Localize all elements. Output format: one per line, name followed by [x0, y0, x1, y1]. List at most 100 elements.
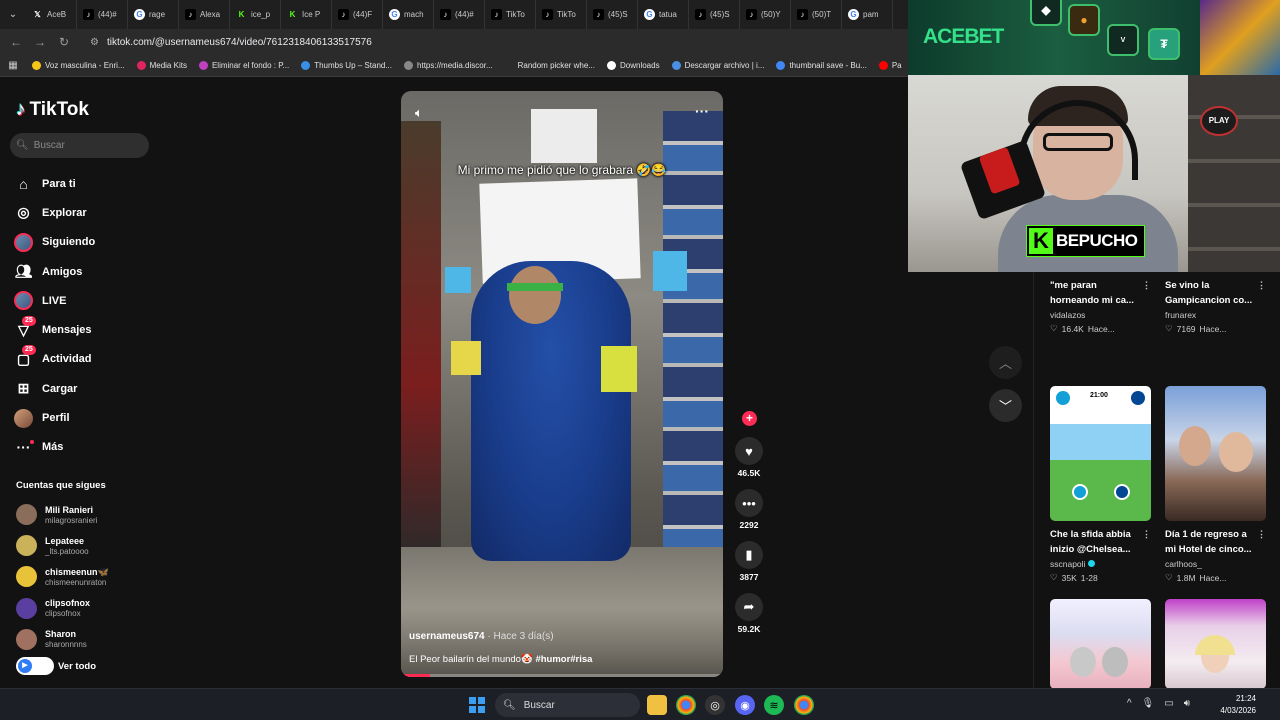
- video-progress-bar[interactable]: [401, 674, 723, 677]
- file-explorer-icon[interactable]: [647, 695, 667, 715]
- recommended-card[interactable]: [1165, 599, 1266, 689]
- bookmark-item[interactable]: Voz masculina - Enri...: [26, 61, 131, 70]
- bookmark-item[interactable]: Eliminar el fondo : P...: [193, 61, 295, 70]
- browser-tab[interactable]: Gmach: [383, 0, 434, 29]
- bookmark-item[interactable]: Media Kits: [131, 61, 193, 70]
- more-options-icon[interactable]: ···: [695, 103, 709, 119]
- video-hashtags[interactable]: #humor#risa: [535, 654, 592, 665]
- recommended-card[interactable]: [1050, 599, 1151, 689]
- bookmark-icon[interactable]: ▮: [735, 541, 763, 569]
- overlay-toggle[interactable]: ▶: [16, 657, 54, 675]
- nav-item-m-s[interactable]: ··· Más: [14, 433, 154, 462]
- bookmark-item[interactable]: https://media.discor...: [398, 61, 499, 70]
- url-field[interactable]: ⚙ tiktok.com/@usernameus674/video/761231…: [90, 32, 910, 52]
- video-thumbnail[interactable]: 21:00: [1050, 386, 1151, 521]
- video-author[interactable]: usernameus674 · Hace 3 día(s): [409, 631, 554, 642]
- card-menu-icon[interactable]: ⋮: [1142, 278, 1151, 293]
- network-icon[interactable]: ▭: [1164, 698, 1173, 709]
- recommended-card[interactable]: Día 1 de regreso a mi Hotel de cinco... ⋮…: [1165, 386, 1266, 583]
- followed-account[interactable]: Lepateee _lts.patoooo: [16, 530, 156, 561]
- taskbar-search[interactable]: 🔍︎ Buscar: [495, 693, 640, 717]
- site-info-icon[interactable]: ⚙: [90, 37, 99, 48]
- browser-tab[interactable]: ♪ (45)S: [689, 0, 740, 29]
- browser-tab[interactable]: ♪ (44)#: [434, 0, 485, 29]
- recommended-card[interactable]: 21:00 Che la sfida abbia inizio @Chelsea…: [1050, 386, 1151, 583]
- followed-account[interactable]: Mili Ranieri milagrosranieri: [16, 499, 156, 530]
- nav-item-para-ti[interactable]: ⌂ Para ti: [14, 169, 154, 198]
- video-thumbnail[interactable]: [1165, 599, 1266, 689]
- video-thumbnail[interactable]: [1050, 599, 1151, 689]
- bookmark-item[interactable]: Random picker whe...: [499, 61, 601, 70]
- comment-action[interactable]: ••• 2292: [734, 489, 764, 530]
- chrome-icon[interactable]: [676, 695, 696, 715]
- card-title[interactable]: Se vino la Gampicancion co... ⋮: [1165, 278, 1266, 308]
- nav-item-mensajes[interactable]: ▽ 25 Mensajes: [14, 315, 154, 344]
- previous-video-button[interactable]: ︿: [989, 346, 1022, 379]
- browser-tab[interactable]: ♪ (50)T: [791, 0, 842, 29]
- browser-tab[interactable]: Kice_p: [230, 0, 281, 29]
- browser-tab[interactable]: ♪ (50)Y: [740, 0, 791, 29]
- share-icon[interactable]: ➦: [735, 593, 763, 621]
- card-title[interactable]: "me paran horneando mi ca... ⋮: [1050, 278, 1151, 308]
- bookmark-item[interactable]: Downloads: [601, 61, 666, 70]
- bookmark-item[interactable]: Pa: [873, 61, 908, 70]
- nav-item-siguiendo[interactable]: Siguiendo: [14, 228, 154, 257]
- apps-grid-icon[interactable]: ▦: [0, 60, 26, 71]
- tab-search-icon[interactable]: ⌄: [0, 0, 26, 29]
- microphone-icon[interactable]: 🎙︎: [1142, 698, 1155, 709]
- browser-tab[interactable]: 𝕏 AceB: [26, 0, 77, 29]
- card-menu-icon[interactable]: ⋮: [1257, 527, 1266, 542]
- nav-item-explorar[interactable]: ◎ Explorar: [14, 198, 154, 227]
- obs-icon[interactable]: ◎: [705, 695, 725, 715]
- video-username[interactable]: usernameus674: [409, 631, 485, 642]
- share-action[interactable]: ➦ 59.2K: [734, 593, 764, 634]
- clock[interactable]: 21:24 4/03/2026: [1220, 693, 1256, 717]
- like-action[interactable]: ♥ 46.5K: [734, 437, 764, 478]
- save-action[interactable]: ▮ 3877: [734, 541, 764, 582]
- video-thumbnail[interactable]: [1165, 386, 1266, 521]
- follow-plus-button[interactable]: +: [742, 411, 757, 426]
- card-author[interactable]: frunarex: [1165, 310, 1266, 320]
- browser-tab[interactable]: ♪ Alexa: [179, 0, 230, 29]
- card-menu-icon[interactable]: ⋮: [1257, 278, 1266, 293]
- search-input[interactable]: 🔍︎ Buscar: [10, 133, 149, 158]
- card-menu-icon[interactable]: ⋮: [1142, 527, 1151, 542]
- browser-tab[interactable]: K Ice P: [281, 0, 332, 29]
- video-player[interactable]: 🔈︎ ··· Mi primo me pidió que lo grabara …: [401, 91, 723, 677]
- nav-item-perfil[interactable]: Perfil: [14, 403, 154, 432]
- card-author[interactable]: vidalazos: [1050, 310, 1151, 320]
- card-title[interactable]: Che la sfida abbia inizio @Chelsea... ⋮: [1050, 527, 1151, 557]
- start-button[interactable]: [469, 697, 485, 713]
- bookmark-item[interactable]: thumbnail save - Bu...: [770, 61, 872, 70]
- nav-item-amigos[interactable]: 👥︎ Amigos: [14, 257, 154, 286]
- chevron-up-icon[interactable]: ^: [1127, 698, 1132, 709]
- volume-icon[interactable]: 🔈︎: [415, 105, 423, 121]
- card-author[interactable]: carlhoos_: [1165, 559, 1266, 569]
- card-title[interactable]: Día 1 de regreso a mi Hotel de cinco... ⋮: [1165, 527, 1266, 557]
- tiktok-logo[interactable]: ♪ TikTok: [16, 99, 89, 121]
- see-all-link[interactable]: ▶ Ver todo: [16, 657, 96, 675]
- browser-tab[interactable]: ♪ (45)S: [587, 0, 638, 29]
- back-icon[interactable]: ←: [4, 30, 28, 54]
- discord-icon[interactable]: ◉: [735, 695, 755, 715]
- browser-tab[interactable]: Gtatua: [638, 0, 689, 29]
- spotify-icon[interactable]: ≋: [764, 695, 784, 715]
- recommended-card[interactable]: "me paran horneando mi ca... ⋮ vidalazos …: [1050, 236, 1151, 334]
- browser-tab[interactable]: ♪ TikTo: [485, 0, 536, 29]
- chrome-profile-icon[interactable]: [794, 695, 814, 715]
- nav-item-cargar[interactable]: ⊞ Cargar: [14, 374, 154, 403]
- forward-icon[interactable]: →: [28, 30, 52, 54]
- comment-icon[interactable]: •••: [735, 489, 763, 517]
- browser-tab[interactable]: ♪ (44)#: [77, 0, 128, 29]
- recommended-card[interactable]: Se vino la Gampicancion co... ⋮ frunarex …: [1165, 272, 1266, 334]
- nav-item-actividad[interactable]: ▢ 25 Actividad: [14, 344, 154, 374]
- card-author[interactable]: sscnapoli: [1050, 559, 1151, 569]
- browser-tab[interactable]: ♪ TikTo: [536, 0, 587, 29]
- followed-account[interactable]: clipsofnox clipsofnox: [16, 593, 156, 624]
- bookmark-item[interactable]: Thumbs Up – Stand...: [295, 61, 398, 70]
- next-video-button[interactable]: ﹀: [989, 389, 1022, 422]
- followed-account[interactable]: chismeenun🦋 chismeenunraton: [16, 561, 156, 592]
- heart-icon[interactable]: ♥: [735, 437, 763, 465]
- bookmark-item[interactable]: Descargar archivo | i...: [666, 61, 771, 70]
- browser-tab[interactable]: ♪ (44)F: [332, 0, 383, 29]
